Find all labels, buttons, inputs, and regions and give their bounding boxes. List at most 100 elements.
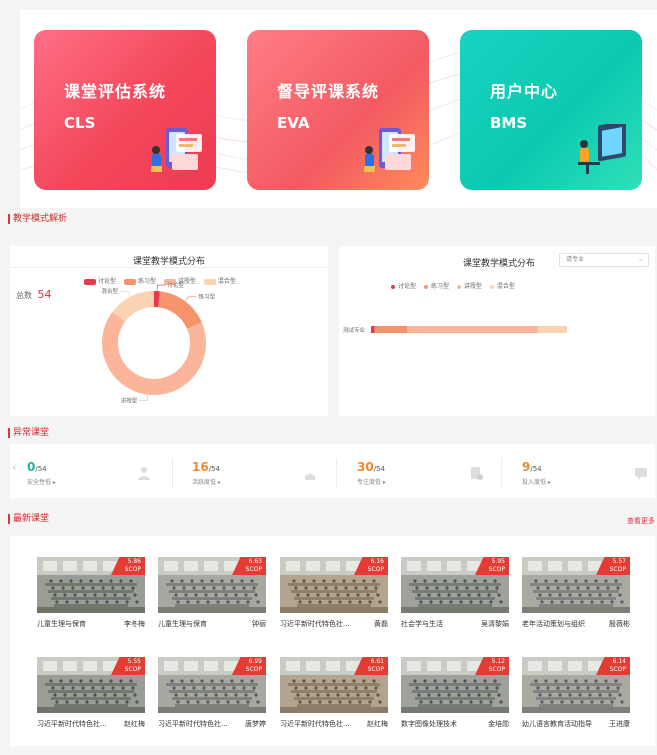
video-thumbnail[interactable]: 5.12 SCOP: [401, 657, 509, 713]
system-banner: 课堂评估系统 CLS 督导评课系统 EVA 用户中心 BMS: [20, 10, 657, 208]
user-shield-icon: [138, 467, 150, 480]
dashboard-page: 课堂评估系统 CLS 督导评课系统 EVA 用户中心 BMS 教学模式解析 课堂…: [0, 0, 657, 755]
video-meta: 幼儿语言教育活动指导 王进康: [522, 719, 630, 729]
video-card[interactable]: 6.14 SCOP 幼儿语言教育活动指导 王进康: [522, 657, 630, 729]
stat-divider: [336, 458, 337, 488]
video-title[interactable]: 老年活动策划与组织: [522, 619, 585, 629]
score-tag: SCOP: [124, 566, 141, 573]
video-card[interactable]: 5.86 SCOP 儿童生理与保育 李冬梅: [37, 557, 145, 629]
pie-slice-label: 讨论型: [167, 281, 184, 289]
video-teacher: 钟丽: [252, 620, 266, 628]
video-teacher: 金培勋: [488, 720, 509, 728]
video-title[interactable]: 习近平新时代特色社...: [37, 719, 107, 729]
system-card-code: CLS: [64, 114, 96, 132]
stat-focus[interactable]: 30/54 专注度低 ▸: [357, 456, 386, 486]
video-thumbnail[interactable]: 6.14 SCOP: [522, 657, 630, 713]
document-icon: [471, 467, 483, 480]
stat-label: 安全性低 ▸: [27, 479, 56, 486]
stat-divider: [501, 458, 502, 488]
pie-leader-line: [156, 284, 166, 292]
score-tag: SCOP: [609, 566, 626, 573]
system-card-bms[interactable]: 用户中心 BMS: [460, 30, 642, 190]
score-tag: SCOP: [488, 566, 505, 573]
video-meta: 习近平新时代特色社... 唐梦婷: [158, 719, 266, 729]
video-card[interactable]: 5.55 SCOP 习近平新时代特色社... 赵红梅: [37, 657, 145, 729]
phone-supervisor-illustration-icon: [364, 128, 415, 172]
stat-engagement[interactable]: 9/54 投入度低 ▸: [522, 456, 551, 486]
video-title[interactable]: 数字图像处理技术: [401, 719, 457, 729]
stat-safety[interactable]: 0/54 安全性低 ▸: [27, 456, 56, 486]
score-tag: SCOP: [367, 666, 384, 673]
video-thumbnail[interactable]: 6.99 SCOP: [158, 657, 266, 713]
video-meta: 习近平新时代特色社... 赵红梅: [37, 719, 145, 729]
stat-total: /54: [35, 465, 47, 473]
pie-slice-label: 练习型: [199, 292, 216, 300]
donut-chart: 讨论型练习型讲授型 混合型: [101, 281, 216, 405]
video-card[interactable]: 5.57 SCOP 老年活动策划与组织 殷薇彬: [522, 557, 630, 629]
bar-segment[interactable]: [537, 326, 567, 333]
bar-segment[interactable]: [407, 326, 538, 333]
view-more-link[interactable]: 查看更多: [627, 516, 655, 526]
video-card[interactable]: 5.95 SCOP 社会学与生活 吴清黎娟: [401, 557, 509, 629]
score-tag: SCOP: [488, 666, 505, 673]
score-tag: SCOP: [124, 666, 141, 673]
video-meta: 老年活动策划与组织 殷薇彬: [522, 619, 630, 629]
prev-arrow-icon[interactable]: ‹: [12, 460, 17, 474]
section-title-abnormal: 异常课堂: [8, 428, 49, 438]
video-thumbnail[interactable]: 5.57 SCOP: [522, 557, 630, 613]
bar-segment[interactable]: [371, 326, 375, 333]
pie-leader-line: [139, 394, 149, 401]
video-meta: 社会学与生活 吴清黎娟: [401, 619, 509, 629]
system-card-eva[interactable]: 督导评课系统 EVA: [247, 30, 429, 190]
abnormal-panel: [10, 444, 655, 498]
system-card-title: 课堂评估系统: [64, 82, 167, 101]
pie-slice-label: 混合型: [101, 287, 118, 295]
pie-chart-panel: 课堂教学模式分布 讨论型 练习型 讲授型 混合型 总数 54 讨论型 练习型 讲授型…: [10, 246, 328, 416]
stat-total: /54: [208, 465, 220, 473]
system-card-title: 督导评课系统: [277, 82, 380, 101]
stat-total: /54: [373, 465, 385, 473]
video-title[interactable]: 儿童生理与保育: [37, 619, 86, 629]
video-title[interactable]: 幼儿语言教育活动指导: [522, 719, 592, 729]
video-thumbnail[interactable]: 6.63 SCOP: [158, 557, 266, 613]
video-teacher: 李冬梅: [124, 620, 145, 628]
video-teacher: 殷薇彬: [609, 620, 630, 628]
stat-label: 投入度低 ▸: [522, 479, 551, 486]
video-meta: 儿童生理与保育 钟丽: [158, 619, 266, 629]
classroom-icon: [304, 473, 316, 480]
system-card-cls[interactable]: 课堂评估系统 CLS: [34, 30, 216, 190]
video-title[interactable]: 习近平新时代特色社...: [280, 719, 350, 729]
stat-label: 活跃度低 ▸: [192, 479, 221, 486]
pie-slice[interactable]: [158, 291, 202, 329]
video-meta: 习近平新时代特色社... 黄磊: [280, 619, 388, 629]
stat-activity[interactable]: 16/54 活跃度低 ▸: [192, 456, 221, 486]
video-card[interactable]: 6.16 SCOP 习近平新时代特色社... 黄磊: [280, 557, 388, 629]
video-thumbnail[interactable]: 5.55 SCOP: [37, 657, 145, 713]
pie-slice-label: 讲授型: [121, 397, 138, 405]
video-teacher: 唐梦婷: [245, 720, 266, 728]
score-tag: SCOP: [367, 566, 384, 573]
stat-value: 16: [192, 460, 209, 474]
bar-chart-panel: 课堂教学模式分布 请专业 ⌄ 讨论型 练习型 讲授型 混合型 测试专业: [339, 246, 655, 416]
bar-segment[interactable]: [374, 326, 408, 333]
video-thumbnail[interactable]: 5.95 SCOP: [401, 557, 509, 613]
section-title-teaching: 教学模式解析: [8, 214, 67, 224]
video-card[interactable]: 6.61 SCOP 习近平新时代特色社... 赵红梅: [280, 657, 388, 729]
video-card[interactable]: 6.99 SCOP 习近平新时代特色社... 唐梦婷: [158, 657, 266, 729]
system-card-title: 用户中心: [490, 82, 559, 101]
video-title[interactable]: 社会学与生活: [401, 619, 443, 629]
stat-label: 专注度低 ▸: [357, 479, 386, 486]
video-teacher: 黄磊: [374, 620, 388, 628]
system-card-code: EVA: [277, 114, 310, 132]
video-thumbnail[interactable]: 5.86 SCOP: [37, 557, 145, 613]
stat-value: 30: [357, 460, 374, 474]
video-thumbnail[interactable]: 6.16 SCOP: [280, 557, 388, 613]
pie-leader-line: [119, 290, 131, 297]
video-title[interactable]: 习近平新时代特色社...: [158, 719, 228, 729]
video-thumbnail[interactable]: 6.61 SCOP: [280, 657, 388, 713]
video-title[interactable]: 儿童生理与保育: [158, 619, 207, 629]
video-title[interactable]: 习近平新时代特色社...: [280, 619, 350, 629]
video-card[interactable]: 6.63 SCOP 儿童生理与保育 钟丽: [158, 557, 266, 629]
phone-teacher-illustration-icon: [151, 128, 202, 172]
video-card[interactable]: 5.12 SCOP 数字图像处理技术 金培勋: [401, 657, 509, 729]
